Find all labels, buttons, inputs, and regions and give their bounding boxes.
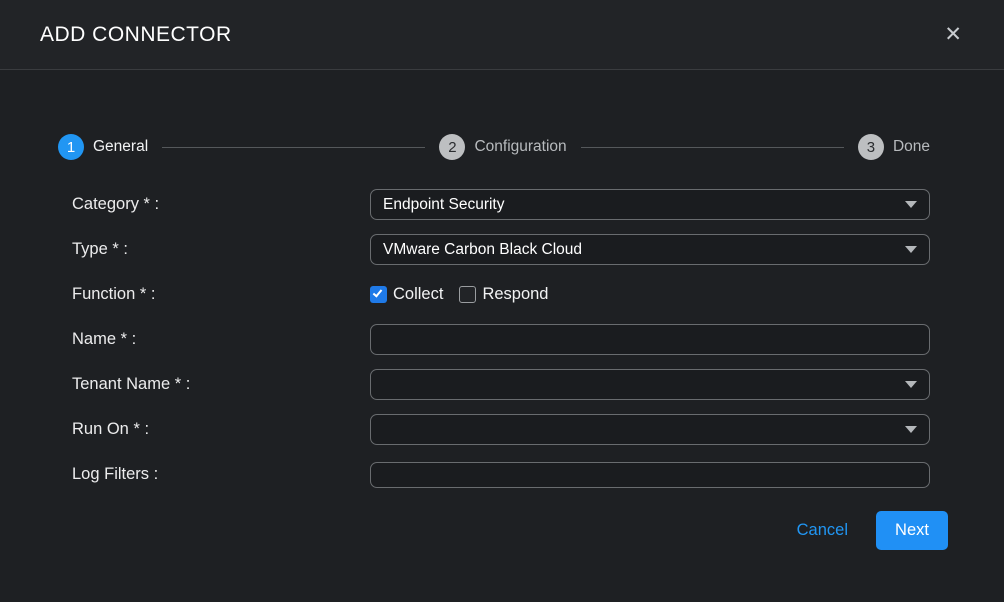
step-number-badge: 1 bbox=[58, 134, 84, 160]
step-label: General bbox=[93, 138, 148, 156]
type-label: Type * : bbox=[72, 240, 370, 259]
step-label: Configuration bbox=[474, 138, 566, 156]
name-label: Name * : bbox=[72, 330, 370, 349]
chevron-down-icon bbox=[905, 426, 917, 433]
type-selected-value: VMware Carbon Black Cloud bbox=[383, 241, 582, 259]
tenant-name-select[interactable] bbox=[370, 369, 930, 400]
chevron-down-icon bbox=[905, 246, 917, 253]
run-on-label: Run On * : bbox=[72, 420, 370, 439]
run-on-select[interactable] bbox=[370, 414, 930, 445]
log-filters-label: Log Filters : bbox=[72, 465, 370, 484]
dialog-footer: Cancel Next bbox=[0, 511, 948, 550]
chevron-down-icon bbox=[905, 381, 917, 388]
dialog-header: ADD CONNECTOR ✕ bbox=[0, 0, 1004, 70]
form-row-run-on: Run On * : bbox=[72, 414, 930, 445]
function-checkbox-group: Collect Respond bbox=[370, 285, 549, 304]
cancel-button[interactable]: Cancel bbox=[797, 521, 848, 540]
step-configuration[interactable]: 2 Configuration bbox=[439, 134, 566, 160]
tenant-name-label: Tenant Name * : bbox=[72, 375, 370, 394]
stepper-connector bbox=[162, 147, 425, 148]
close-icon[interactable]: ✕ bbox=[944, 24, 962, 45]
step-label: Done bbox=[893, 138, 930, 156]
wizard-stepper: 1 General 2 Configuration 3 Done bbox=[58, 134, 930, 160]
add-connector-dialog: ADD CONNECTOR ✕ 1 General 2 Configuratio… bbox=[0, 0, 1004, 602]
respond-checkbox-label: Respond bbox=[482, 285, 548, 304]
form-row-category: Category * : Endpoint Security bbox=[72, 189, 930, 220]
checkbox-unchecked-icon bbox=[459, 286, 476, 303]
category-select[interactable]: Endpoint Security bbox=[370, 189, 930, 220]
log-filters-input[interactable] bbox=[370, 462, 930, 488]
stepper-connector bbox=[581, 147, 844, 148]
category-label: Category * : bbox=[72, 195, 370, 214]
check-icon bbox=[373, 287, 383, 297]
form-row-type: Type * : VMware Carbon Black Cloud bbox=[72, 234, 930, 265]
step-number-badge: 2 bbox=[439, 134, 465, 160]
name-input[interactable] bbox=[370, 324, 930, 355]
chevron-down-icon bbox=[905, 201, 917, 208]
form-row-name: Name * : bbox=[72, 324, 930, 355]
form-row-tenant-name: Tenant Name * : bbox=[72, 369, 930, 400]
function-label: Function * : bbox=[72, 285, 370, 304]
checkbox-checked-icon bbox=[370, 286, 387, 303]
next-button[interactable]: Next bbox=[876, 511, 948, 550]
connector-form: Category * : Endpoint Security Type * : … bbox=[72, 189, 930, 504]
collect-checkbox-label: Collect bbox=[393, 285, 443, 304]
step-general[interactable]: 1 General bbox=[58, 134, 148, 160]
type-select[interactable]: VMware Carbon Black Cloud bbox=[370, 234, 930, 265]
category-selected-value: Endpoint Security bbox=[383, 196, 505, 214]
step-done[interactable]: 3 Done bbox=[858, 134, 930, 160]
dialog-title: ADD CONNECTOR bbox=[40, 23, 232, 47]
respond-checkbox[interactable]: Respond bbox=[459, 285, 548, 304]
step-number-badge: 3 bbox=[858, 134, 884, 160]
form-row-log-filters: Log Filters : bbox=[72, 459, 930, 490]
collect-checkbox[interactable]: Collect bbox=[370, 285, 443, 304]
form-row-function: Function * : Collect Respond bbox=[72, 279, 930, 310]
